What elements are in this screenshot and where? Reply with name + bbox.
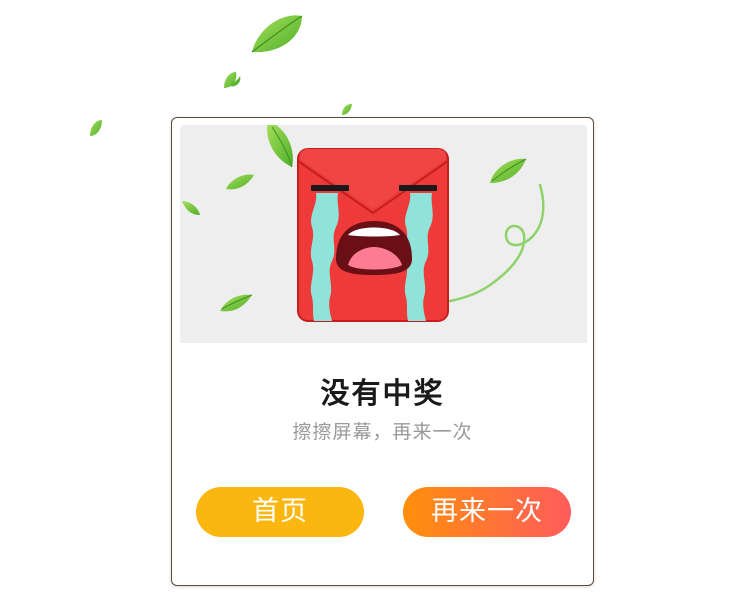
lottery-result-screen: 没有中奖 擦擦屏幕，再来一次 首页 再来一次 [0, 0, 750, 605]
leaf-icon [220, 294, 253, 312]
leaf-icon [490, 158, 527, 183]
leaf-icon [226, 174, 254, 190]
result-subtitle: 擦擦屏幕，再来一次 [292, 421, 473, 443]
try-again-button[interactable]: 再来一次 [403, 487, 571, 537]
result-dialog: 没有中奖 擦擦屏幕，再来一次 首页 再来一次 [171, 117, 594, 586]
vine-icon [448, 183, 545, 303]
leaf-icon [224, 72, 241, 88]
leaf-icon [90, 120, 102, 136]
leaf-icon [251, 15, 303, 53]
illustration-panel [180, 125, 587, 343]
leaf-icon [267, 125, 293, 168]
crying-red-envelope-icon [297, 148, 449, 322]
result-title: 没有中奖 [320, 376, 445, 410]
leaf-icon [342, 104, 352, 115]
home-button[interactable]: 首页 [196, 487, 364, 537]
leaf-icon [182, 201, 200, 215]
